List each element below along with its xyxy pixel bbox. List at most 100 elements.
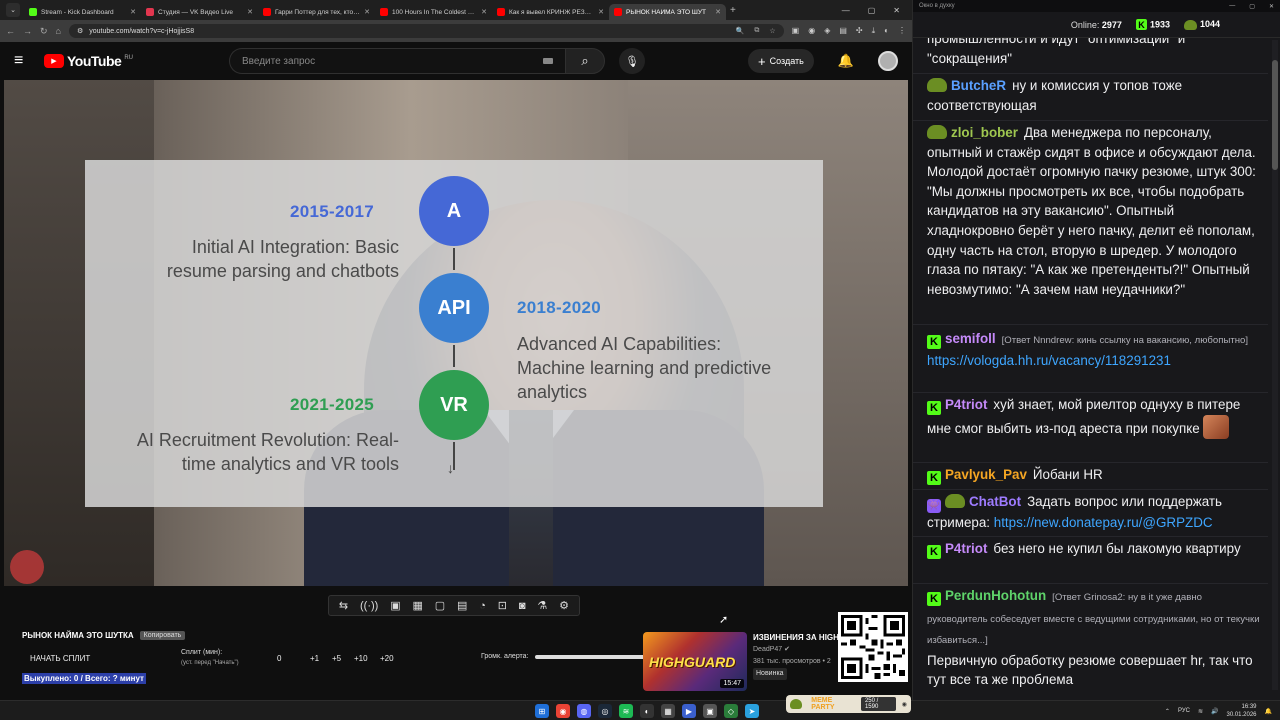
close-window-icon[interactable]: ✕ [1269,3,1274,10]
close-icon[interactable]: ✕ [715,8,721,16]
menu-icon[interactable]: ≡ [14,52,34,70]
zoom-icon[interactable]: 🔍 [736,27,745,35]
minimize-icon[interactable]: — [1229,3,1235,10]
timeline-text: AI Recruitment Revolution: Real-time ana… [136,430,399,474]
video-player[interactable]: 2015-2017 Initial AI Integration: Basic r… [4,80,908,586]
search-input[interactable]: Введите запрос [228,48,565,74]
captions-icon[interactable]: ▣ [390,599,400,612]
tab-active-video[interactable]: РЫНОК НАЙМА ЭТО ШУТ ✕ [609,4,726,20]
split-plus5-button[interactable]: +5 [332,654,341,663]
bookmark-star-icon[interactable]: ☆ [769,27,775,35]
notification-icon[interactable]: 🔔 [1265,708,1272,715]
lang-indicator[interactable]: РУС [1178,708,1190,714]
minimize-icon[interactable]: — [842,6,850,15]
discord-icon[interactable]: ◍ [577,704,591,718]
speed-icon[interactable]: ◔ [479,600,486,612]
app-icon[interactable]: ▦ [661,704,675,718]
volume-icon[interactable]: 🔊 [1211,708,1218,715]
alert-volume-slider[interactable] [534,654,645,659]
extension-icon[interactable]: ▣ [792,26,800,36]
install-app-icon[interactable]: ⧉ [754,27,759,35]
browser-menu-icon[interactable]: ⋮ [898,26,906,36]
tab-vk-studio[interactable]: Студия — VK Видео Live ✕ [141,4,258,20]
chat-message-list[interactable]: промышленности и идут "оптимизации" и "с… [913,38,1268,700]
verified-icon: ✔ [784,646,791,653]
home-icon[interactable]: ⌂ [56,26,61,36]
timeline-year: 2018-2020 [517,298,601,317]
video-title: ИЗВИНЕНИЯ ЗА HIGH [753,633,839,642]
reload-icon[interactable]: ↻ [40,26,48,37]
close-icon[interactable]: ✕ [130,8,136,16]
kick-badge-icon: K [927,401,941,415]
close-icon[interactable]: ✕ [598,8,604,16]
download-icon[interactable]: ⤓ [872,26,876,36]
copy-button[interactable]: Копировать [139,631,186,640]
tab-search-button[interactable]: ⌄ [6,3,20,17]
forward-icon[interactable]: → [23,26,32,36]
eye-icon[interactable]: ◉ [902,701,907,708]
tab-harry-potter[interactable]: Гарри Поттер для тех, кто вы... ✕ [258,4,375,20]
tray-chevron-icon[interactable]: ⌃ [1165,708,1170,715]
close-icon[interactable]: ✕ [481,8,487,16]
notifications-bell-icon[interactable]: 🔔 [838,53,854,69]
loop-icon[interactable]: ⇆ [339,599,348,612]
film-icon[interactable]: ▦ [412,599,422,612]
split-plus20-button[interactable]: +20 [380,654,394,663]
clock[interactable]: 16:39 30.01.2026 [1226,703,1256,719]
close-window-icon[interactable]: ✕ [893,6,900,15]
wifi-icon[interactable]: ≋ [1198,708,1203,715]
profile-icon[interactable]: ◐ [884,26,889,36]
extension-icon[interactable]: ▤ [839,26,847,36]
avatar[interactable] [878,51,898,71]
youtube-icon [263,8,271,16]
donate-link[interactable]: https://new.donatepay.ru/@GRPZDC [994,515,1213,530]
start-split-button[interactable]: НАЧАТЬ СПЛИТ [30,654,90,663]
maximize-icon[interactable]: ▢ [868,6,876,15]
windows-start-icon[interactable]: ⊞ [535,704,549,718]
extensions-puzzle-icon[interactable]: ✣ [856,26,863,36]
site-info-icon[interactable]: ⚙ [77,27,83,35]
split-value-button[interactable]: 0 [277,654,281,663]
tab-kick-dashboard[interactable]: Stream - Kick Dashboard ✕ [24,4,141,20]
app-icon[interactable]: ▣ [703,704,717,718]
back-icon[interactable]: ← [6,26,15,36]
picture-icon[interactable]: ▢ [435,599,445,612]
telegram-icon[interactable]: ➤ [745,704,759,718]
extension-icon[interactable]: ◈ [824,26,830,36]
screenshot-icon[interactable]: ⊡ [498,599,507,612]
split-plus10-button[interactable]: +10 [354,654,368,663]
spotify-icon[interactable]: ≋ [619,704,633,718]
tab-cringe-resume[interactable]: Как я вывел КРИНЖ РЕЗЮМЕ ✕ [492,4,609,20]
subtitle-icon[interactable]: ▤ [457,599,467,612]
system-tray: ⌃ РУС ≋ 🔊 16:39 30.01.2026 🔔 [1165,703,1272,719]
create-button[interactable]: + Создать [748,49,814,73]
close-icon[interactable]: ✕ [364,8,370,16]
chat-scrollbar[interactable] [1272,40,1278,690]
video-duration: 15:47 [720,679,744,688]
tab-coldest-city[interactable]: 100 Hours In The Coldest City ✕ [375,4,492,20]
url-field[interactable]: ⚙ youtube.com/watch?v=c-jHojjisS8 🔍 ⧉ ☆ [68,24,784,38]
split-plus1-button[interactable]: +1 [310,654,319,663]
youtube-logo[interactable]: ▶ YouTube RU [44,53,133,69]
search-button[interactable]: ⌕ [564,48,605,74]
live-icon[interactable]: ((·)) [360,600,378,612]
steam-icon[interactable]: ◎ [598,704,612,718]
channel-name: DeadP47 ✔ [753,646,791,653]
close-icon[interactable]: ✕ [247,8,253,16]
extension-icon[interactable]: ◉ [808,26,815,36]
video-thumbnail[interactable]: HIGHGUARD 15:47 [643,632,747,691]
new-tab-button[interactable]: + [730,5,736,16]
keyboard-icon[interactable] [542,58,553,64]
flask-icon[interactable]: ⚗ [537,599,547,612]
maximize-icon[interactable]: ▢ [1249,3,1255,10]
media-player-icon[interactable]: ▶ [682,704,696,718]
settings-gear-icon[interactable]: ⚙ [559,599,569,612]
camera-icon[interactable]: ◙ [519,600,526,612]
app-icon[interactable]: ◇ [724,704,738,718]
obs-icon[interactable]: ◐ [640,704,654,718]
voice-search-button[interactable]: 🎙 [618,48,645,74]
vacancy-link[interactable]: https://vologda.hh.ru/vacancy/118291231 [927,353,1171,368]
youtube-icon [380,8,388,16]
chrome-icon[interactable]: ◉ [556,704,570,718]
record-indicator [10,550,44,584]
